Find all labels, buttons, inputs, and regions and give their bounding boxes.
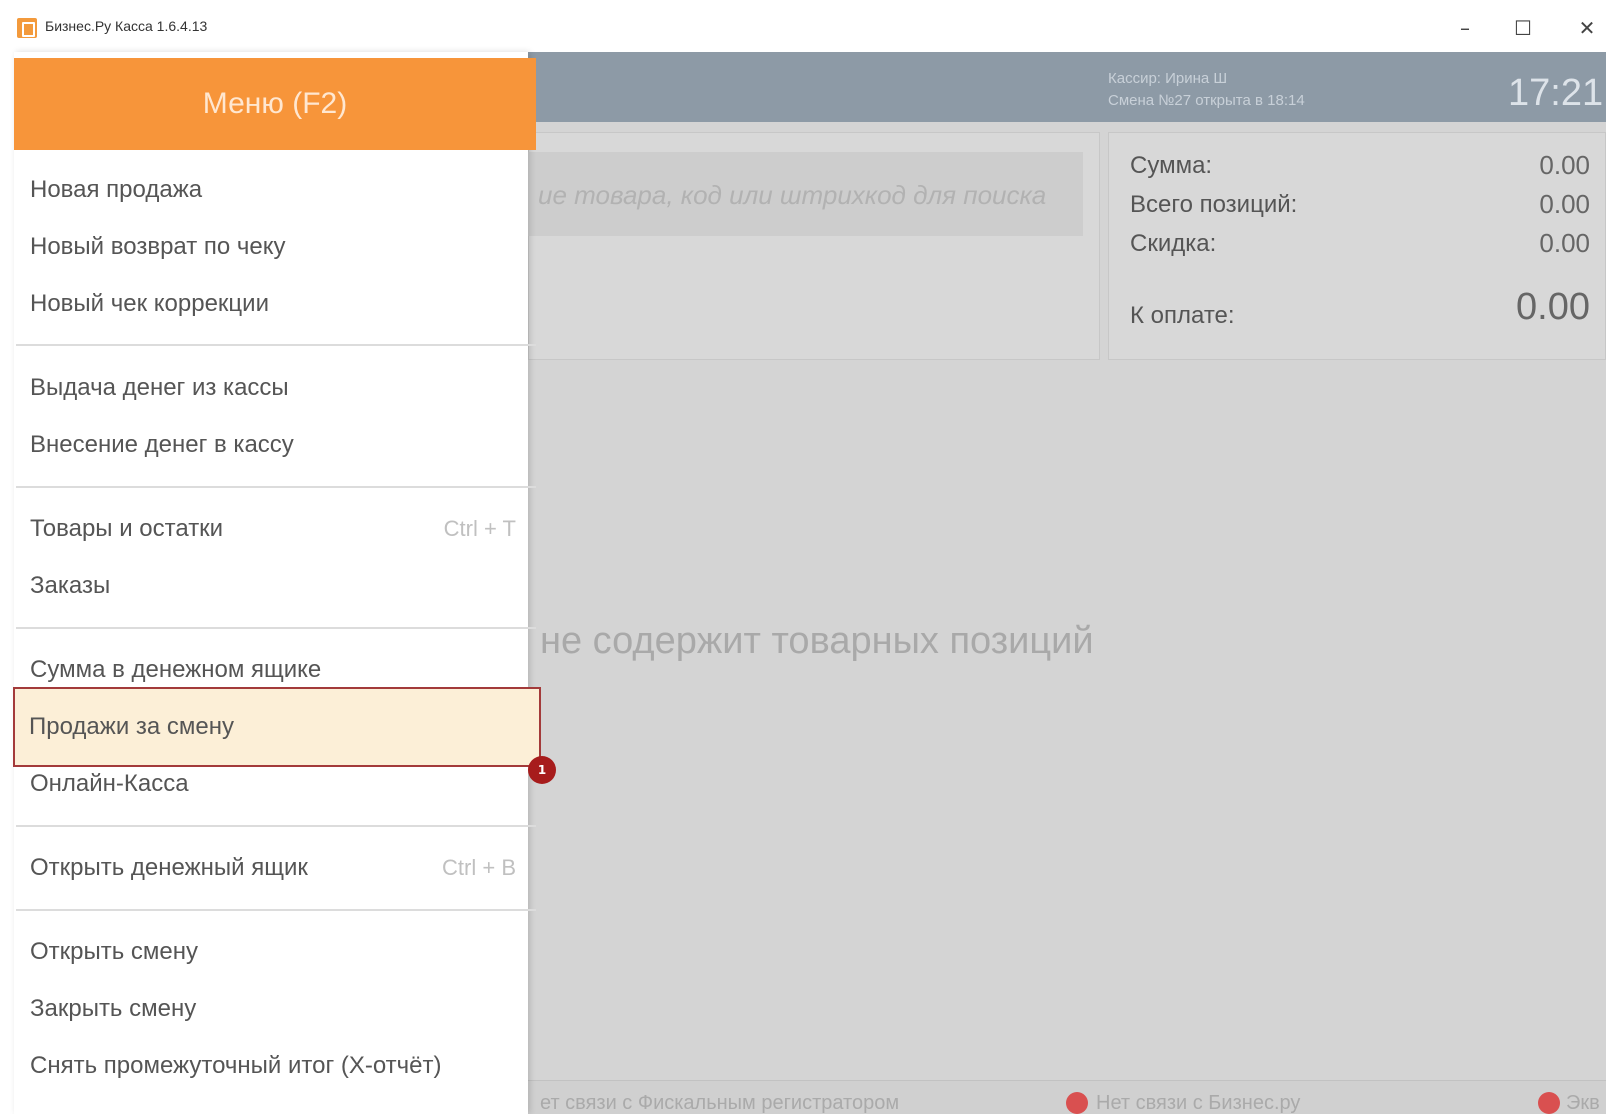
menu-item-label: Снять промежуточный итог (X-отчёт) [30,1052,442,1079]
menu-item-orders[interactable]: Заказы [16,558,528,614]
header-band [528,52,1606,122]
menu-item-label: Внесение денег в кассу [30,431,294,458]
menu-divider [16,825,536,827]
shift-info: Смена №27 открыта в 18:14 [1108,92,1305,109]
menu-item-label: Новый чек коррекции [30,290,269,317]
menu-item-open-drawer[interactable]: Открыть денежный ящик Ctrl + B [16,840,528,896]
menu-item-label: Продажи за смену [29,713,235,740]
menu-item-label: Онлайн-Касса [30,770,189,797]
menu-item-label: Новый возврат по чеку [30,233,286,260]
menu-divider [16,909,536,911]
shortcut-label: Ctrl + B [442,855,516,880]
menu-item-label: Открыть денежный ящик [30,854,308,881]
sum-value: 0.00 [1539,150,1590,180]
status-third: Экв [1566,1092,1600,1114]
menu-item-correction-receipt[interactable]: Новый чек коррекции [16,276,528,332]
maximize-button[interactable]: ☐ [1502,8,1544,48]
menu-item-label: Заказы [30,572,111,599]
search-placeholder: ие товара, код или штрихкод для поиска [538,180,1047,210]
menu-item-online-cash[interactable]: Онлайн-Касса [16,756,528,812]
status-business: Нет связи с Бизнес.ру [1096,1092,1301,1114]
minimize-button[interactable]: – [1444,8,1486,48]
menu-item-label: Сумма в денежном ящике [30,656,322,683]
positions-value: 0.00 [1539,189,1590,219]
app-logo-icon [17,18,37,38]
menu-item-label: Выдача денег из кассы [30,374,289,401]
menu-divider [16,486,536,488]
menu-item-new-return[interactable]: Новый возврат по чеку [16,219,528,275]
menu-item-new-sale[interactable]: Новая продажа [16,162,528,218]
menu-item-label: Новая продажа [30,176,203,203]
menu-item-open-shift[interactable]: Открыть смену [16,924,528,980]
sum-label: Сумма: [1130,152,1213,179]
menu-item-x-report[interactable]: Снять промежуточный итог (X-отчёт) [16,1038,528,1094]
menu-title[interactable]: Меню (F2) [14,58,536,150]
status-fiscal: ет связи с Фискальным регистратором [540,1092,900,1114]
clock: 17:21 [1508,72,1604,114]
pay-label: К оплате: [1130,302,1235,329]
menu-divider [16,627,536,629]
positions-label: Всего позиций: [1130,191,1298,218]
menu-item-label: Открыть смену [30,938,199,965]
menu-item-close-shift[interactable]: Закрыть смену [16,981,528,1037]
menu-item-label: Закрыть смену [30,995,197,1022]
menu-divider [16,344,536,346]
close-button[interactable]: ✕ [1566,8,1606,48]
menu-item-cash-in[interactable]: Внесение денег в кассу [16,417,528,473]
pay-value: 0.00 [1516,286,1590,328]
annotation-badge: 1 [528,756,556,784]
shortcut-label: Ctrl + T [443,516,516,541]
discount-value: 0.00 [1539,228,1590,258]
empty-receipt-message: не содержит товарных позиций [540,620,1094,662]
cashier-name: Кассир: Ирина Ш [1108,70,1228,87]
discount-label: Скидка: [1130,230,1217,257]
status-business-icon [1066,1092,1088,1114]
cashier-info: Кассир: Ирина Ш Смена №27 открыта в 18:1… [1108,68,1305,112]
title-bar: Бизнес.Ру Касса 1.6.4.13 – ☐ ✕ [0,0,1606,52]
menu-item-products-stock[interactable]: Товары и остатки Ctrl + T [16,501,528,557]
window-title: Бизнес.Ру Касса 1.6.4.13 [45,18,208,34]
menu-item-label: Товары и остатки [30,515,224,542]
status-third-icon [1538,1092,1560,1114]
menu-item-cash-out[interactable]: Выдача денег из кассы [16,360,528,416]
menu-item-shift-sales[interactable]: Продажи за смену [13,687,541,767]
